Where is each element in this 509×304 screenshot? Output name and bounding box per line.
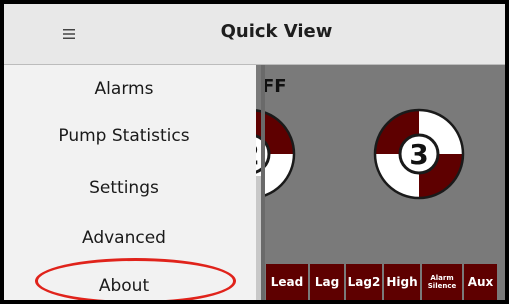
hamburger-lines — [63, 29, 75, 39]
drawer-item-about[interactable]: About — [4, 276, 244, 296]
page-title: Quick View — [220, 21, 333, 42]
alarm-silence-label-line1: Alarm — [430, 274, 454, 282]
navigation-drawer: Alarms Pump Statistics Settings Advanced… — [4, 65, 256, 300]
drawer-item-alarms[interactable]: Alarms — [4, 79, 244, 99]
pump-status-label: FF — [262, 76, 287, 97]
drawer-item-advanced[interactable]: Advanced — [4, 228, 244, 248]
lead-button[interactable]: Lead — [266, 264, 308, 300]
drawer-shadow-edge — [261, 65, 265, 300]
high-button[interactable]: High — [384, 264, 420, 300]
pump-control-buttons: Lead Lag Lag2 High Alarm Silence Aux — [266, 264, 497, 300]
top-bar: Quick View — [4, 4, 505, 65]
app-frame: FF 2 3 Lead Lag Lag2 High Alarm Silence … — [0, 0, 509, 304]
pump-3-number: 3 — [409, 138, 428, 171]
pump-3-dial[interactable]: 3 — [373, 108, 465, 200]
alarm-silence-button[interactable]: Alarm Silence — [422, 264, 462, 300]
lag2-button[interactable]: Lag2 — [346, 264, 382, 300]
alarm-silence-label-line2: Silence — [427, 282, 457, 290]
hamburger-menu-icon[interactable] — [54, 19, 84, 49]
aux-button[interactable]: Aux — [464, 264, 497, 300]
drawer-item-settings[interactable]: Settings — [4, 178, 244, 198]
drawer-item-pump-statistics[interactable]: Pump Statistics — [4, 126, 244, 146]
lag-button[interactable]: Lag — [310, 264, 344, 300]
